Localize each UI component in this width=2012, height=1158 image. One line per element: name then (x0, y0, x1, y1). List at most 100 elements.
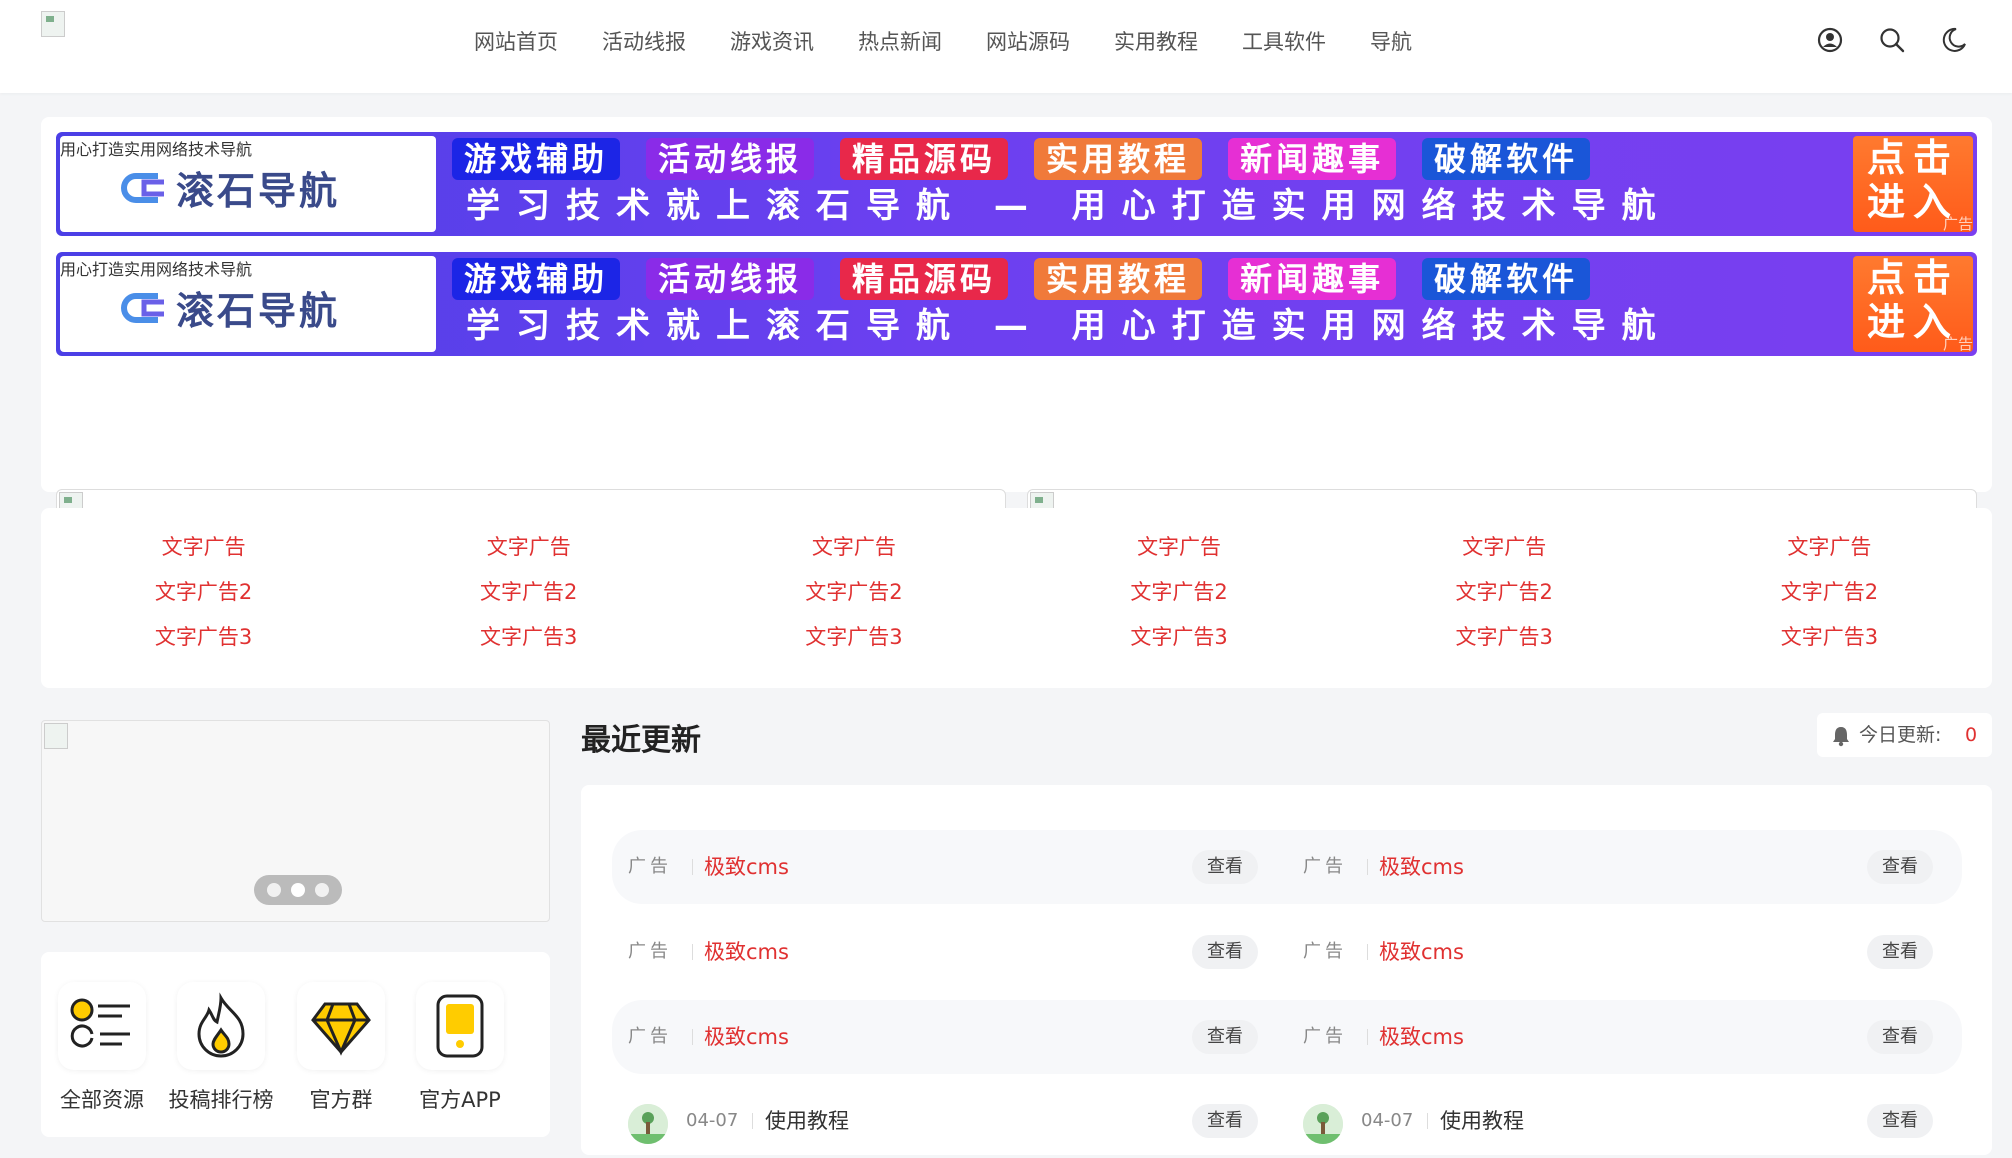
banner-tag: 破解软件 (1422, 258, 1591, 300)
banner-section: 滚石导航 用心打造实用网络技术导航 游戏辅助 活动线报 精品源码 实用教程 新闻… (41, 117, 1992, 593)
ad-label: 广告 (1942, 215, 1973, 233)
banner-ad[interactable]: 滚石导航 用心打造实用网络技术导航 游戏辅助 活动线报 精品源码 实用教程 新闻… (56, 252, 1977, 356)
image-slider[interactable] (41, 720, 550, 922)
user-icon[interactable] (1816, 26, 1844, 54)
text-ad-link[interactable]: 文字广告3 (1342, 622, 1667, 653)
banner-tag: 实用教程 (1034, 138, 1203, 180)
site-logo[interactable] (41, 11, 65, 37)
nav-item-activity[interactable]: 活动线报 (602, 22, 686, 62)
quick-links: 全部资源 投稿排行榜 官方群 官方APP (41, 952, 550, 1137)
main-nav: 网站首页 活动线报 游戏资讯 热点新闻 网站源码 实用教程 工具软件 导航 (474, 22, 1456, 62)
ad-label: 广告 (628, 941, 672, 962)
nav-item-tutorials[interactable]: 实用教程 (1114, 22, 1198, 62)
list-item: 04-07 使用教程 查看 (1287, 1084, 1947, 1158)
view-button[interactable]: 查看 (1192, 850, 1258, 884)
text-ad-link[interactable]: 文字广告3 (691, 622, 1016, 653)
text-ad-link[interactable]: 文字广告2 (1016, 577, 1341, 608)
nav-item-game-news[interactable]: 游戏资讯 (730, 22, 814, 62)
fire-icon (177, 982, 265, 1070)
text-ad-link[interactable]: 文字广告2 (366, 577, 691, 608)
update-row: 广告 极致cms 查看 广告 极致cms 查看 (612, 830, 1962, 904)
view-button[interactable]: 查看 (1867, 850, 1933, 884)
ad-label: 广告 (628, 1026, 672, 1047)
banner-tag: 游戏辅助 (452, 258, 621, 300)
text-ads-section: 文字广告 文字广告 文字广告 文字广告 文字广告 文字广告 文字广告2 文字广告… (41, 508, 1992, 688)
item-date: 04-07 (686, 1110, 739, 1131)
list-item: 广告 极致cms 查看 (612, 1000, 1272, 1074)
view-button[interactable]: 查看 (1192, 935, 1258, 969)
text-ad-link[interactable]: 文字广告 (1016, 532, 1341, 563)
banner-tags: 游戏辅助 活动线报 精品源码 实用教程 新闻趣事 破解软件 (452, 138, 1591, 180)
view-button[interactable]: 查看 (1867, 1020, 1933, 1054)
item-title-link[interactable]: 极致cms (704, 1000, 789, 1074)
text-ad-link[interactable]: 文字广告3 (1667, 622, 1992, 653)
banner-brand-box: 滚石导航 用心打造实用网络技术导航 (60, 256, 436, 352)
quick-link-ranking[interactable]: 投稿排行榜 (166, 982, 276, 1114)
nav-item-home[interactable]: 网站首页 (474, 22, 558, 62)
item-title-link[interactable]: 极致cms (704, 830, 789, 904)
item-category[interactable]: 使用教程 (765, 1084, 849, 1158)
list-item: 广告 极致cms 查看 (612, 830, 1272, 904)
site-header: 网站首页 活动线报 游戏资讯 热点新闻 网站源码 实用教程 工具软件 导航 (0, 0, 2012, 93)
quick-link-official-app[interactable]: 官方APP (405, 982, 515, 1114)
nav-item-hot-news[interactable]: 热点新闻 (858, 22, 942, 62)
diamond-icon (297, 982, 385, 1070)
item-title-link[interactable]: 极致cms (1379, 830, 1464, 904)
text-ad-link[interactable]: 文字广告 (41, 532, 366, 563)
avatar (628, 1104, 668, 1144)
search-icon[interactable] (1878, 26, 1906, 54)
slider-dot[interactable] (267, 883, 281, 897)
text-ad-link[interactable]: 文字广告2 (1667, 577, 1992, 608)
quick-link-all-resources[interactable]: 全部资源 (47, 982, 157, 1114)
text-ad-link[interactable]: 文字广告2 (691, 577, 1016, 608)
list-item: 广告 极致cms 查看 (1287, 915, 1947, 989)
text-ad-link[interactable]: 文字广告2 (1342, 577, 1667, 608)
item-title-link[interactable]: 极致cms (1379, 1000, 1464, 1074)
today-label: 今日更新: (1859, 724, 1942, 746)
text-ad-link[interactable]: 文字广告 (366, 532, 691, 563)
brand-logo-icon (121, 292, 164, 323)
ad-label: 广告 (1303, 1026, 1347, 1047)
view-button[interactable]: 查看 (1192, 1104, 1258, 1138)
slider-dot[interactable] (315, 883, 329, 897)
slider-dot[interactable] (291, 883, 305, 897)
banner-ad[interactable]: 滚石导航 用心打造实用网络技术导航 游戏辅助 活动线报 精品源码 实用教程 新闻… (56, 132, 1977, 236)
broken-image-icon (44, 723, 68, 749)
view-button[interactable]: 查看 (1192, 1020, 1258, 1054)
banner-tag: 破解软件 (1422, 138, 1591, 180)
quick-link-official-group[interactable]: 官方群 (286, 982, 396, 1114)
item-category[interactable]: 使用教程 (1440, 1084, 1524, 1158)
banner-tag: 精品源码 (840, 258, 1009, 300)
list-item: 广告 极致cms 查看 (612, 915, 1272, 989)
list-item: 广告 极致cms 查看 (1287, 830, 1947, 904)
banner-tag: 活动线报 (646, 138, 815, 180)
item-title-link[interactable]: 极致cms (704, 915, 789, 989)
today-count: 0 (1965, 724, 1978, 746)
phone-icon (416, 982, 504, 1070)
text-ad-link[interactable]: 文字广告 (691, 532, 1016, 563)
item-title-link[interactable]: 极致cms (1379, 915, 1464, 989)
text-ad-link[interactable]: 文字广告2 (41, 577, 366, 608)
banner-tags: 游戏辅助 活动线报 精品源码 实用教程 新闻趣事 破解软件 (452, 258, 1591, 300)
nav-item-tools[interactable]: 工具软件 (1242, 22, 1326, 62)
text-ad-link[interactable]: 文字广告 (1342, 532, 1667, 563)
list-icon (58, 982, 146, 1070)
ad-label: 广告 (1303, 856, 1347, 877)
nav-item-source-code[interactable]: 网站源码 (986, 22, 1070, 62)
text-ad-link[interactable]: 文字广告3 (366, 622, 691, 653)
banner-brand-box: 滚石导航 用心打造实用网络技术导航 (60, 136, 436, 232)
quick-link-label: 官方群 (309, 1088, 373, 1112)
update-row: 04-07 使用教程 查看 04-07 使用教程 查看 (612, 1084, 1962, 1158)
view-button[interactable]: 查看 (1867, 935, 1933, 969)
moon-icon[interactable] (1940, 26, 1968, 54)
text-ad-link[interactable]: 文字广告3 (1016, 622, 1341, 653)
nav-item-navigation[interactable]: 导航 (1370, 22, 1412, 62)
text-ad-link[interactable]: 文字广告 (1667, 532, 1992, 563)
view-button[interactable]: 查看 (1867, 1104, 1933, 1138)
banner-tag: 新闻趣事 (1228, 258, 1397, 300)
banner-slogan-line: 学习技术就上滚石导航 — 用心打造实用网络技术导航 (466, 186, 1672, 226)
ad-label: 广告 (1942, 335, 1973, 353)
brand-slogan: 用心打造实用网络技术导航 (60, 260, 253, 279)
text-ad-link[interactable]: 文字广告3 (41, 622, 366, 653)
banner-tag: 活动线报 (646, 258, 815, 300)
